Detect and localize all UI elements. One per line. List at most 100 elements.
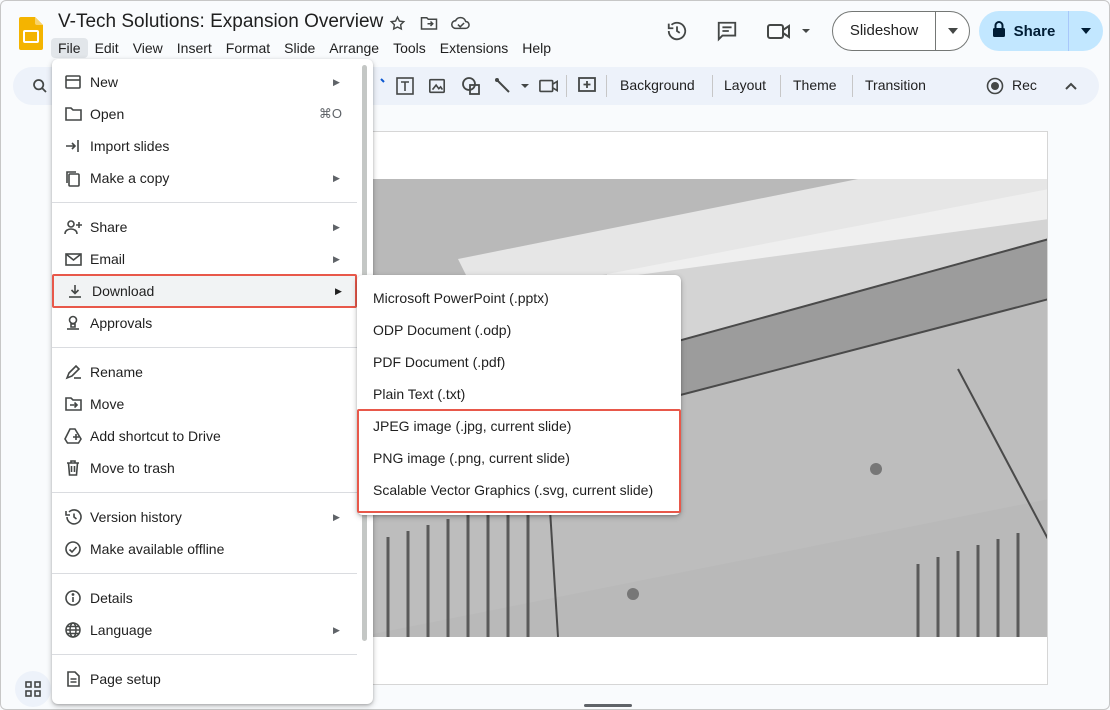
file-menu-page-setup[interactable]: Page setup xyxy=(52,663,357,695)
menu-slide[interactable]: Slide xyxy=(277,38,322,58)
download-pptx[interactable]: Microsoft PowerPoint (.pptx) xyxy=(357,282,681,314)
menu-format[interactable]: Format xyxy=(219,38,277,58)
menubar: File Edit View Insert Format Slide Arran… xyxy=(51,38,558,58)
slideshow-button[interactable]: Slideshow xyxy=(832,11,970,51)
file-menu-label: Language xyxy=(90,622,153,638)
file-menu-label: Make a copy xyxy=(90,170,170,186)
file-menu-download[interactable]: Download ▶ xyxy=(52,274,357,308)
file-menu-rename[interactable]: Rename xyxy=(52,356,357,388)
file-menu-label: Rename xyxy=(90,364,143,380)
file-menu-make-a-copy[interactable]: Make a copy ▶ xyxy=(52,162,357,194)
line-icon[interactable] xyxy=(491,75,535,97)
filmstrip-handle[interactable] xyxy=(584,704,632,707)
drive-shortcut-icon xyxy=(64,427,82,445)
cloud-saved-icon[interactable] xyxy=(451,13,471,33)
globe-icon xyxy=(64,621,82,639)
file-menu-label: Share xyxy=(90,219,128,235)
file-menu-label: Details xyxy=(90,590,133,606)
rename-icon xyxy=(64,363,82,381)
download-txt[interactable]: Plain Text (.txt) xyxy=(357,378,681,410)
file-menu-details[interactable]: Details xyxy=(52,582,357,614)
slides-logo-icon[interactable] xyxy=(19,17,43,50)
star-icon[interactable] xyxy=(387,13,407,33)
grid-view-icon[interactable] xyxy=(15,671,51,707)
layout-button[interactable]: Layout xyxy=(724,77,766,93)
collapse-toolbar-chevron-icon[interactable] xyxy=(1059,75,1083,97)
record-icon[interactable] xyxy=(983,75,1007,97)
person-add-icon xyxy=(64,218,82,236)
rec-button[interactable]: Rec xyxy=(1012,77,1037,93)
menu-insert[interactable]: Insert xyxy=(170,38,219,58)
file-menu-language[interactable]: Language ▶ xyxy=(52,614,357,646)
toolbar-divider xyxy=(566,75,567,97)
menu-tools[interactable]: Tools xyxy=(386,38,433,58)
file-menu-move[interactable]: Move xyxy=(52,388,357,420)
share-button[interactable]: Share xyxy=(979,11,1103,51)
search-menus-icon[interactable] xyxy=(28,75,52,97)
submenu-arrow-icon: ▶ xyxy=(333,172,340,183)
move-folder-icon xyxy=(64,395,82,413)
file-menu-share[interactable]: Share ▶ xyxy=(52,211,357,243)
submenu-arrow-icon: ▶ xyxy=(333,76,340,87)
download-pdf[interactable]: PDF Document (.pdf) xyxy=(357,346,681,378)
submenu-arrow-icon: ▶ xyxy=(333,624,340,635)
toolbar-divider xyxy=(606,75,607,97)
file-menu-label: Approvals xyxy=(90,315,153,331)
download-icon xyxy=(66,282,84,300)
document-title[interactable]: V-Tech Solutions: Expansion Overview xyxy=(58,11,383,33)
insert-video-icon[interactable] xyxy=(537,75,561,97)
file-menu-label: Email xyxy=(90,251,126,267)
insert-image-icon[interactable] xyxy=(425,75,449,97)
menu-divider xyxy=(52,654,357,655)
menu-extensions[interactable]: Extensions xyxy=(433,38,515,58)
transition-button[interactable]: Transition xyxy=(865,77,926,93)
comments-icon[interactable] xyxy=(711,15,743,47)
toolbar-divider xyxy=(780,75,781,97)
toolbar-divider xyxy=(852,75,853,97)
background-button[interactable]: Background xyxy=(620,77,695,93)
menu-view[interactable]: View xyxy=(126,38,170,58)
submenu-arrow-icon: ▶ xyxy=(335,285,342,296)
share-label: Share xyxy=(1013,22,1056,40)
meet-video-icon[interactable] xyxy=(763,15,813,47)
file-menu-approvals[interactable]: Approvals xyxy=(52,307,357,339)
menu-file[interactable]: File xyxy=(51,38,88,58)
file-menu-version-history[interactable]: Version history ▶ xyxy=(52,501,357,533)
file-menu-import-slides[interactable]: Import slides xyxy=(52,130,357,162)
file-menu-label: Open xyxy=(90,106,125,122)
file-menu-email[interactable]: Email ▶ xyxy=(52,243,357,275)
file-menu-label: Version history xyxy=(90,509,182,525)
move-folder-icon[interactable] xyxy=(419,13,439,33)
text-box-icon[interactable] xyxy=(393,75,417,97)
theme-button[interactable]: Theme xyxy=(793,77,837,93)
file-menu-label: Make available offline xyxy=(90,541,225,557)
submenu-arrow-icon: ▶ xyxy=(333,511,340,522)
slideshow-options-caret-icon[interactable] xyxy=(936,28,969,34)
share-options-caret-icon[interactable] xyxy=(1069,28,1103,34)
file-menu-add-shortcut[interactable]: Add shortcut to Drive xyxy=(52,420,357,452)
file-menu-open[interactable]: Open ⌘O xyxy=(52,98,357,130)
shape-icon[interactable] xyxy=(459,75,483,97)
file-menu-label: Import slides xyxy=(90,138,170,154)
submenu-arrow-icon: ▶ xyxy=(333,253,340,264)
menu-arrange[interactable]: Arrange xyxy=(322,38,386,58)
download-odp[interactable]: ODP Document (.odp) xyxy=(357,314,681,346)
file-menu-label: Add shortcut to Drive xyxy=(90,428,221,444)
file-menu-label: Move xyxy=(90,396,125,412)
info-icon xyxy=(64,589,82,607)
menu-edit[interactable]: Edit xyxy=(88,38,126,58)
image-formats-highlight xyxy=(357,409,681,513)
history-icon[interactable] xyxy=(661,15,693,47)
file-menu-new[interactable]: New ▶ xyxy=(52,66,357,98)
file-menu-make-available-offline[interactable]: Make available offline xyxy=(52,533,357,565)
menu-help[interactable]: Help xyxy=(515,38,558,58)
share-main[interactable]: Share xyxy=(979,11,1069,51)
folder-icon xyxy=(64,105,82,123)
copy-icon xyxy=(64,169,82,187)
trash-icon xyxy=(64,459,82,477)
slideshow-label[interactable]: Slideshow xyxy=(833,12,936,50)
add-comment-icon[interactable] xyxy=(575,75,599,97)
menu-divider xyxy=(52,573,357,574)
file-menu-label: Move to trash xyxy=(90,460,175,476)
file-menu-move-to-trash[interactable]: Move to trash xyxy=(52,452,357,484)
